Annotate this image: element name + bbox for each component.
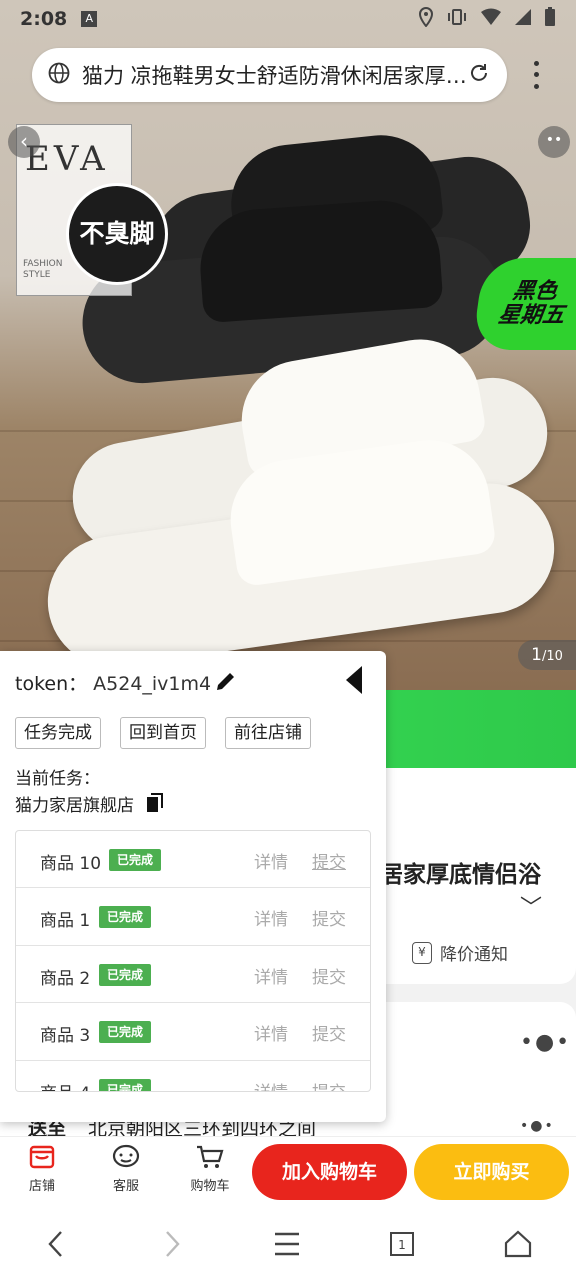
task-name: 商品 10 [40,854,102,874]
black-slipper-strap-front [196,196,444,324]
service-tab[interactable]: 客服 [96,1143,156,1194]
task-complete-button[interactable]: 任务完成 [15,717,101,749]
store-label: 店铺 [28,1179,55,1194]
feature-badge: 不臭脚 [66,183,168,285]
cart-tab[interactable]: 购物车 [180,1143,240,1194]
task-detail-link[interactable]: 详情 [254,1078,288,1091]
task-submit-link[interactable]: 提交 [312,905,346,930]
image-counter-total: /10 [541,649,563,664]
token-row: token： A524_iv1m4 [15,669,211,696]
price-alert-button[interactable]: ¥ 降价通知 [412,940,508,965]
task-submit-link[interactable]: 提交 [312,963,346,988]
task-name: 商品 4 [40,1079,90,1091]
product-title: 居家厚底情侣浴 [380,862,541,888]
chat-icon [96,1143,156,1175]
notification-icon: A [81,11,98,27]
promo-line-1: 黑色 [510,279,559,304]
task-detail-link[interactable]: 详情 [254,905,288,930]
token-label: token： [15,673,88,695]
cart-label: 购物车 [190,1179,230,1194]
task-list[interactable]: 商品 10 已完成 详情 提交 商品 1 已完成 详情 提交 商品 2 已完成 … [15,830,371,1092]
status-badge: 已完成 [99,1021,152,1044]
go-to-store-button[interactable]: 前往店铺 [225,717,311,749]
add-to-cart-button[interactable]: 加入购物车 [252,1144,407,1200]
image-counter: 1/10 [518,640,576,670]
home-icon[interactable] [503,1226,533,1271]
more-icon[interactable]: •●• [520,1030,571,1055]
globe-icon [48,62,70,88]
task-row: 商品 3 已完成 详情 提交 [16,1003,370,1061]
page-title[interactable]: 猫力 凉拖鞋男女士舒适防滑休闲居家厚底情侣浴室拖鞋 [82,60,467,90]
current-task-store: 猫力家居旗舰店 [15,796,134,816]
task-row: 商品 2 已完成 详情 提交 [16,946,370,1004]
system-nav-bar: 1 [0,1208,576,1280]
cart-icon [180,1143,240,1175]
task-name: 商品 3 [40,1026,91,1047]
copy-icon[interactable] [146,793,164,818]
status-bar: 2:08 A [0,0,576,38]
status-badge: 已完成 [99,963,152,986]
battery-icon [544,6,556,32]
tabs-icon[interactable]: 1 [388,1226,416,1271]
task-detail-link[interactable]: 详情 [254,1020,288,1045]
brand-logo: EVA [25,139,109,179]
price-alert-label: 降价通知 [440,945,508,965]
forward-icon[interactable] [160,1226,184,1271]
store-icon [12,1143,72,1175]
price-tag-icon: ¥ [412,941,432,964]
back-home-button[interactable]: 回到首页 [120,717,206,749]
svg-text:1: 1 [398,1238,406,1252]
token-value: A524_iv1m4 [93,673,212,695]
task-submit-link[interactable]: 提交 [312,1078,346,1091]
wifi-icon [480,8,502,31]
location-icon [418,6,434,32]
status-badge: 已完成 [99,1078,152,1091]
status-badge: 已完成 [109,849,162,871]
edit-icon[interactable] [214,669,238,699]
chevron-down-icon[interactable]: ﹀ [520,890,542,922]
task-name: 商品 2 [40,968,91,989]
store-tab[interactable]: 店铺 [12,1143,72,1194]
collapse-panel-icon[interactable] [346,666,362,694]
vibrate-icon [446,8,468,31]
signal-icon [514,8,532,31]
address-bar[interactable]: 猫力 凉拖鞋男女士舒适防滑休闲居家厚底情侣浴室拖鞋 [32,48,507,102]
status-time: 2:08 [20,8,68,30]
task-row: 商品 4 已完成 详情 提交 [16,1061,370,1091]
back-icon[interactable] [44,1226,68,1271]
buy-now-button[interactable]: 立即购买 [414,1144,569,1200]
more-icon[interactable]: •●• [520,1118,555,1134]
task-panel: token： A524_iv1m4 任务完成 回到首页 前往店铺 当前任务： 猫力… [0,651,386,1122]
task-submit-link[interactable]: 提交 [312,848,346,873]
more-options-icon[interactable]: •• [538,126,570,158]
task-detail-link[interactable]: 详情 [254,963,288,988]
task-detail-link[interactable]: 详情 [254,848,288,873]
menu-icon[interactable] [272,1226,302,1271]
task-name: 商品 1 [40,911,91,932]
promo-line-2: 星期五 [496,303,567,328]
task-submit-link[interactable]: 提交 [312,1020,346,1045]
back-arrow-icon[interactable]: ‹ [8,126,40,158]
current-task-label: 当前任务： [15,769,100,789]
browser-menu-icon[interactable] [524,58,548,92]
product-hero-image[interactable]: EVA FASHION STYLE 不臭脚 黑色 星期五 ‹ •• 1/10 [0,0,576,690]
bottom-action-bar: 店铺 客服 购物车 加入购物车 立即购买 [0,1136,576,1208]
status-badge: 已完成 [99,906,152,929]
task-row: 商品 10 已完成 详情 提交 [16,831,370,889]
task-row: 商品 1 已完成 详情 提交 [16,888,370,946]
reload-icon[interactable] [467,61,491,89]
image-counter-current: 1 [531,645,542,665]
service-label: 客服 [112,1179,139,1194]
